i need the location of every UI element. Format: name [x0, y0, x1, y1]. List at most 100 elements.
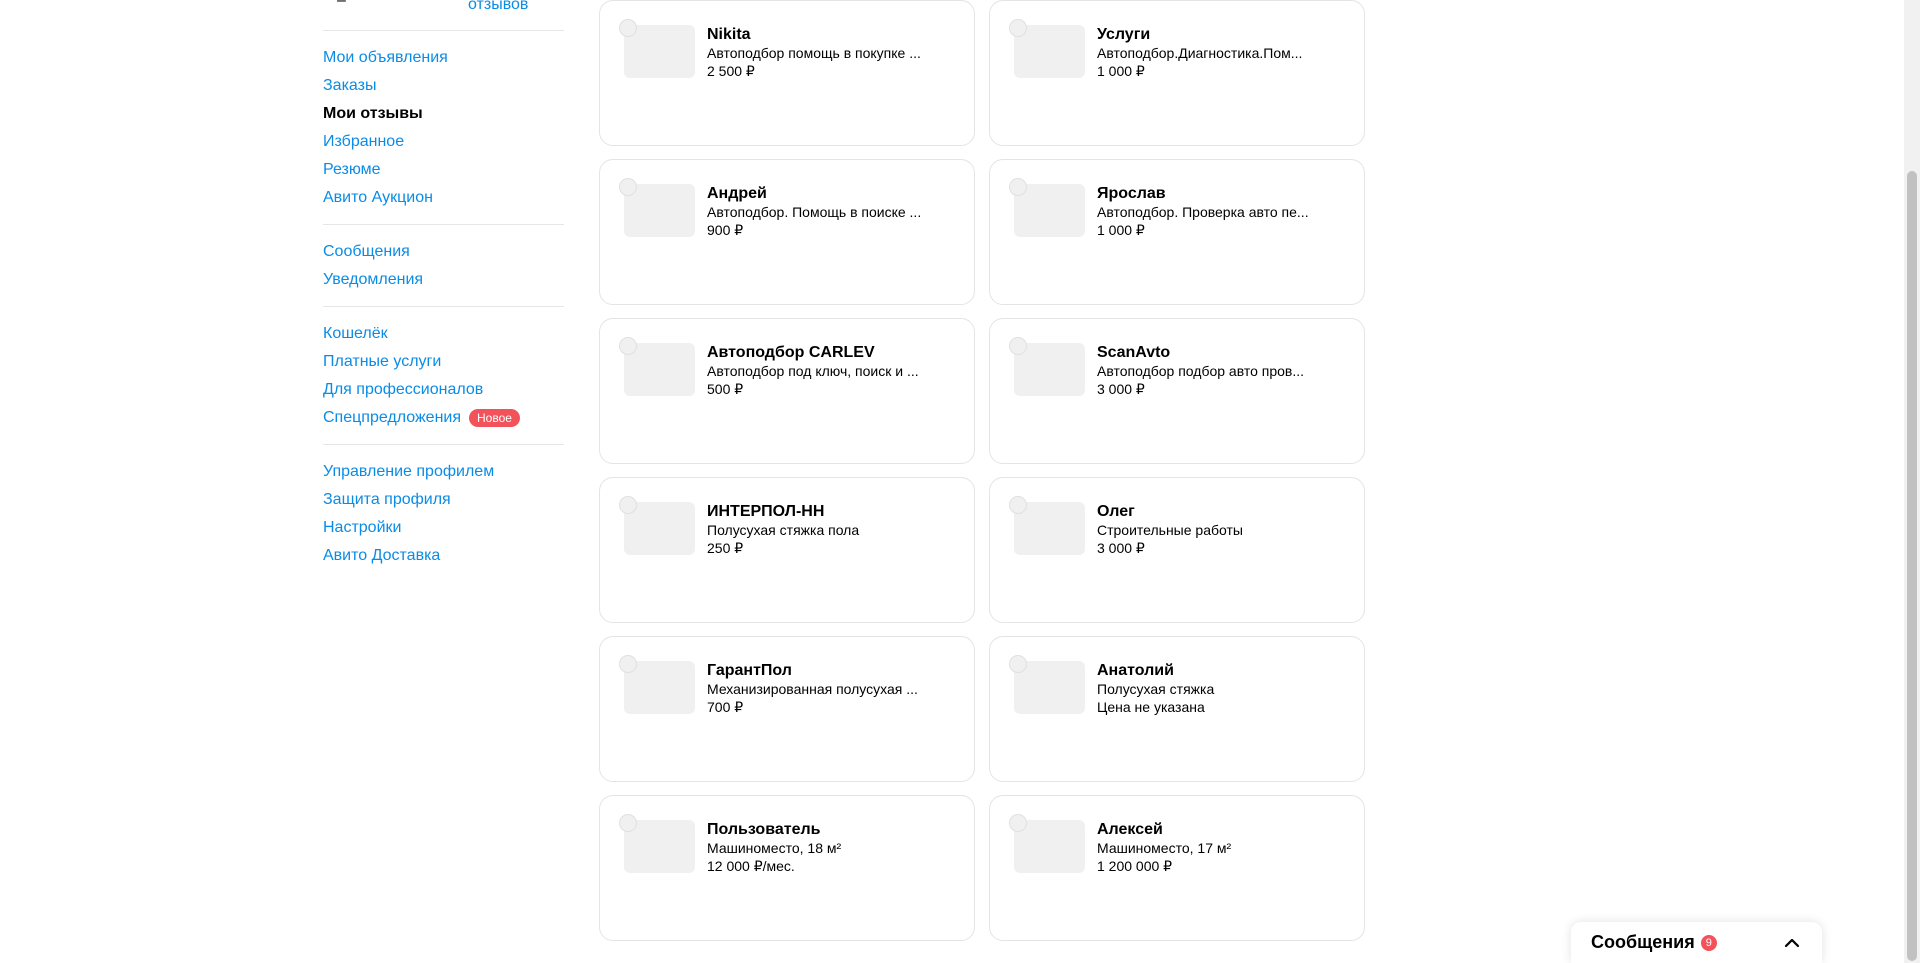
messenger-title: Сообщения: [1591, 932, 1695, 952]
sidebar-item[interactable]: Для профессионалов: [323, 376, 564, 404]
card-name[interactable]: Nikita: [707, 25, 932, 45]
card-name[interactable]: ScanAvto: [1097, 343, 1322, 363]
card-price: 700 ₽: [707, 699, 744, 715]
messenger-widget[interactable]: Сообщения 9: [1571, 922, 1822, 963]
sidebar-item[interactable]: Мои объявления: [323, 44, 564, 72]
nav-group: Кошелёк Платные услуги Для профессионалов С…: [323, 307, 564, 445]
card-info: ScanAvto Автоподбор подбор авто пров... 3 …: [1097, 343, 1322, 398]
card-name[interactable]: ИНТЕРПОЛ-НН: [707, 502, 932, 522]
avatar-placeholder: [619, 814, 637, 832]
review-card[interactable]: ИНТЕРПОЛ-НН Полусухая стяжка пола 250 ₽: [599, 477, 975, 623]
sidebar-item[interactable]: Кошелёк: [323, 320, 564, 348]
sidebar-item-label: Заказы: [323, 77, 377, 94]
card-name[interactable]: ГарантПол: [707, 661, 932, 681]
card-info: Олег Строительные работы 3 000 ₽: [1097, 502, 1322, 557]
scroll-thumb[interactable]: [1907, 171, 1917, 961]
sidebar-item-label: Мои отзывы: [323, 105, 423, 122]
review-card[interactable]: Анатолий Полусухая стяжка Цена не указана: [989, 636, 1365, 782]
sidebar-item-label: Резюме: [323, 161, 381, 178]
avatar-placeholder: [619, 655, 637, 673]
card-info: Nikita Автоподбор помощь в покупке ... 2 5…: [707, 25, 932, 80]
card-info: Андрей Автоподбор. Помощь в поиске ... 900…: [707, 184, 932, 239]
sidebar-item[interactable]: Авито Доставка: [323, 542, 564, 570]
card-price: 3 000 ₽: [1097, 540, 1145, 556]
card-description: Механизированная полусухая ...: [707, 681, 918, 697]
page-scrollbar[interactable]: [1904, 0, 1920, 963]
sidebar-item-label: Уведомления: [323, 271, 424, 288]
card-name[interactable]: Анатолий: [1097, 661, 1322, 681]
review-card[interactable]: Ярослав Автоподбор. Проверка авто пе... 1 …: [989, 159, 1365, 305]
sidebar-item[interactable]: Платные услуги: [323, 348, 564, 376]
sidebar-item[interactable]: Резюме: [323, 156, 564, 184]
card-name[interactable]: Андрей: [707, 184, 932, 204]
sidebar-item[interactable]: Избранное: [323, 128, 564, 156]
avatar-placeholder: [1009, 655, 1027, 673]
card-info: Автоподбор CARLEV Автоподбор под ключ, по…: [707, 343, 932, 398]
sidebar-item[interactable]: Сообщения: [323, 238, 564, 266]
avatar-placeholder: [619, 19, 637, 37]
reviews-link[interactable]: отзывов: [468, 0, 528, 14]
sidebar-item-label: Платные услуги: [323, 353, 442, 370]
card-info: Ярослав Автоподбор. Проверка авто пе... 1 …: [1097, 184, 1322, 239]
unread-count-badge: 9: [1700, 934, 1717, 951]
avatar-placeholder: [619, 178, 637, 196]
card-price: Цена не указана: [1097, 699, 1205, 715]
review-card[interactable]: ScanAvto Автоподбор подбор авто пров... 3 …: [989, 318, 1365, 464]
card-price: 3 000 ₽: [1097, 381, 1145, 397]
review-card[interactable]: Олег Строительные работы 3 000 ₽: [989, 477, 1365, 623]
card-description: Строительные работы: [1097, 522, 1243, 538]
review-card[interactable]: ГарантПол Механизированная полусухая ... 7…: [599, 636, 975, 782]
nav-group: Мои объявления Заказы Мои отзывы Избранное Р…: [323, 31, 564, 225]
sidebar-item-label: Авито Доставка: [323, 547, 441, 564]
sidebar-nav: Мои объявления Заказы Мои отзывы Избранное Р…: [323, 31, 564, 582]
sidebar-item[interactable]: Управление профилем: [323, 458, 564, 486]
sidebar-item-label: Кошелёк: [323, 325, 388, 342]
card-price: 250 ₽: [707, 540, 744, 556]
card-price: 1 000 ₽: [1097, 63, 1145, 79]
new-badge: Новое: [469, 409, 520, 427]
rating-summary: – отзывов: [323, 0, 564, 31]
card-price: 900 ₽: [707, 222, 744, 238]
review-card[interactable]: Пользователь Машиноместо, 18 м² 12 000 ₽/м…: [599, 795, 975, 941]
card-price: 1 200 000 ₽: [1097, 858, 1173, 874]
sidebar-item[interactable]: Спецпредложения Новое: [323, 404, 564, 432]
avatar-placeholder: [1009, 178, 1027, 196]
card-info: Алексей Машиноместо, 17 м² 1 200 000 ₽: [1097, 820, 1322, 875]
review-card[interactable]: Автоподбор CARLEV Автоподбор под ключ, по…: [599, 318, 975, 464]
review-card[interactable]: Услуги Автоподбор.Диагностика.Пом... 1 000…: [989, 0, 1365, 146]
card-name[interactable]: Ярослав: [1097, 184, 1322, 204]
page: – отзывов Мои объявления Заказы Мои отзывы…: [0, 0, 1920, 963]
card-description: Автоподбор. Помощь в поиске ...: [707, 204, 922, 220]
card-name[interactable]: Алексей: [1097, 820, 1322, 840]
avatar-placeholder: [619, 337, 637, 355]
card-info: ГарантПол Механизированная полусухая ... 7…: [707, 661, 932, 716]
card-price: 2 500 ₽: [707, 63, 755, 79]
card-name[interactable]: Пользователь: [707, 820, 932, 840]
review-card[interactable]: Алексей Машиноместо, 17 м² 1 200 000 ₽: [989, 795, 1365, 941]
chevron-up-icon[interactable]: [1782, 933, 1802, 953]
sidebar-item[interactable]: Настройки: [323, 514, 564, 542]
card-info: Анатолий Полусухая стяжка Цена не указана: [1097, 661, 1322, 716]
sidebar-item[interactable]: Защита профиля: [323, 486, 564, 514]
card-description: Автоподбор. Проверка авто пе...: [1097, 204, 1309, 220]
card-price: 12 000 ₽/мес.: [707, 858, 795, 874]
avatar-placeholder: [1009, 496, 1027, 514]
nav-group: Управление профилем Защита профиля Настрой…: [323, 445, 564, 582]
avatar-placeholder: [1009, 337, 1027, 355]
review-card[interactable]: Андрей Автоподбор. Помощь в поиске ... 900…: [599, 159, 975, 305]
card-name[interactable]: Услуги: [1097, 25, 1322, 45]
sidebar-item-label: Управление профилем: [323, 463, 495, 480]
sidebar-item[interactable]: Уведомления: [323, 266, 564, 294]
card-price: 500 ₽: [707, 381, 744, 397]
card-name[interactable]: Олег: [1097, 502, 1322, 522]
sidebar-item[interactable]: Авито Аукцион: [323, 184, 564, 212]
sidebar-item-label: Авито Аукцион: [323, 189, 433, 206]
sidebar-item-label: Сообщения: [323, 243, 410, 260]
card-description: Автоподбор помощь в покупке ...: [707, 45, 921, 61]
card-name[interactable]: Автоподбор CARLEV: [707, 343, 932, 363]
avatar-placeholder: [1009, 19, 1027, 37]
sidebar-item[interactable]: Заказы: [323, 72, 564, 100]
sidebar-item[interactable]: Мои отзывы: [323, 100, 564, 128]
review-card[interactable]: Nikita Автоподбор помощь в покупке ... 2 5…: [599, 0, 975, 146]
card-price: 1 000 ₽: [1097, 222, 1145, 238]
